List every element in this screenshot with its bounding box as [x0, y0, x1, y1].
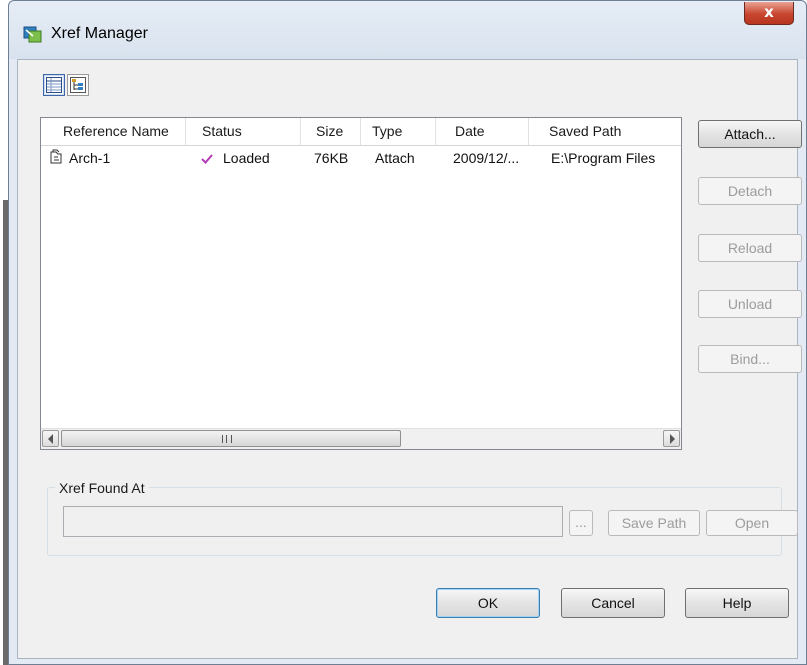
column-header-size[interactable]: Size [301, 118, 361, 145]
row-date: 2009/12/... [453, 150, 520, 166]
unload-button[interactable]: Unload [698, 290, 802, 318]
column-header-reference-name[interactable]: Reference Name [41, 118, 186, 145]
xref-manager-app-icon [23, 25, 43, 43]
chevron-right-icon [670, 434, 675, 444]
attach-button[interactable]: Attach... [698, 120, 802, 148]
title-bar: Xref Manager x [9, 1, 806, 59]
window-title: Xref Manager [51, 25, 148, 42]
reload-button[interactable]: Reload [698, 234, 802, 262]
xref-manager-dialog: Xref Manager x Reference Name Status Siz… [8, 0, 807, 665]
table-row[interactable]: Arch-1 Loaded 76KB Attach 2009/12/... E:… [41, 146, 681, 170]
column-header-date[interactable]: Date [436, 118, 529, 145]
save-path-button[interactable]: Save Path [608, 510, 700, 536]
cancel-button[interactable]: Cancel [561, 588, 665, 618]
close-icon: x [764, 3, 774, 21]
list-view-icon [46, 77, 62, 93]
open-button[interactable]: Open [706, 510, 798, 536]
scroll-left-button[interactable] [42, 430, 59, 447]
close-button[interactable]: x [744, 2, 794, 25]
found-at-path-field[interactable] [63, 506, 563, 537]
help-button[interactable]: Help [685, 588, 789, 618]
row-reference-name: Arch-1 [69, 150, 111, 166]
chevron-left-icon [48, 434, 53, 444]
column-header-saved-path[interactable]: Saved Path [529, 118, 681, 145]
bind-button[interactable]: Bind... [698, 345, 802, 373]
horizontal-scrollbar[interactable] [41, 428, 681, 449]
tree-view-icon [70, 77, 86, 93]
check-icon [201, 146, 215, 170]
xref-list[interactable]: Reference Name Status Size Type Date Sav… [40, 117, 682, 450]
tree-view-button[interactable] [67, 74, 89, 96]
row-status: Loaded [223, 150, 270, 166]
xref-file-icon [48, 146, 66, 170]
list-header: Reference Name Status Size Type Date Sav… [41, 118, 681, 146]
scrollbar-thumb[interactable] [61, 430, 401, 447]
row-saved-path: E:\Program Files [551, 150, 656, 166]
browse-button[interactable]: ... [569, 510, 593, 536]
scroll-right-button[interactable] [663, 430, 680, 447]
detach-button[interactable]: Detach [698, 177, 802, 205]
dialog-client-area: Reference Name Status Size Type Date Sav… [17, 59, 802, 659]
list-view-button[interactable] [43, 74, 65, 96]
column-header-type[interactable]: Type [361, 118, 436, 145]
scrollbar-grip-icon [222, 435, 232, 443]
column-header-status[interactable]: Status [186, 118, 301, 145]
xref-found-at-label: Xref Found At [55, 480, 149, 496]
row-type: Attach [375, 150, 415, 166]
row-size: 76KB [314, 150, 349, 166]
ok-button[interactable]: OK [436, 588, 540, 618]
